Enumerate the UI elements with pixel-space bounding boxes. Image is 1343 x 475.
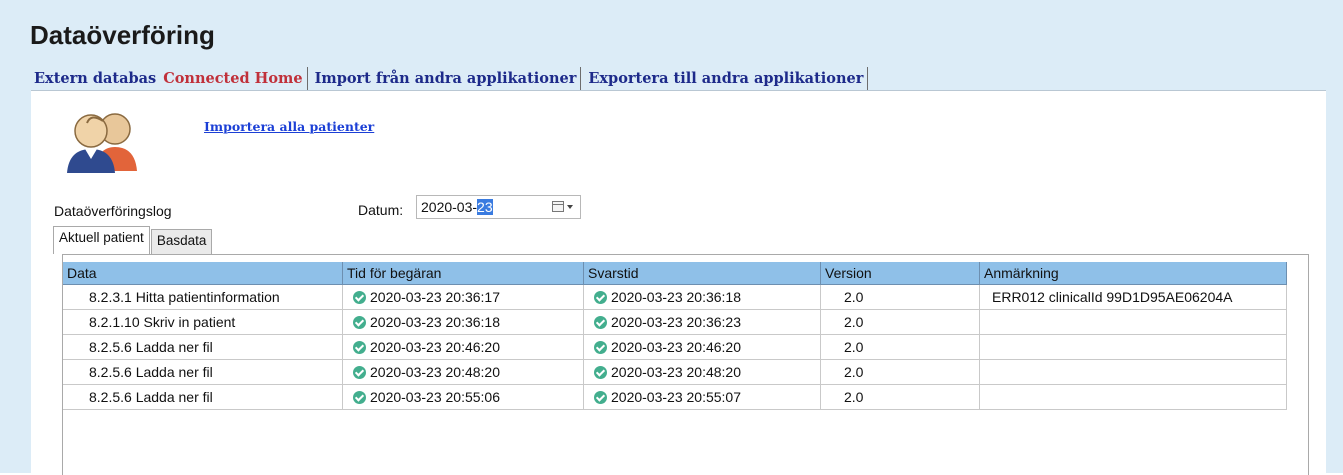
cell-data: 8.2.1.10 Skriv in patient [63, 309, 343, 335]
table-row[interactable]: 8.2.1.10 Skriv in patient 2020-03-23 20:… [63, 309, 1287, 335]
cell-request-time: 2020-03-23 20:36:18 [342, 309, 584, 335]
cell-response-time: 2020-03-23 20:46:20 [583, 334, 821, 360]
cell-version: 2.0 [820, 334, 980, 360]
col-header-remark[interactable]: Anmärkning [979, 262, 1287, 285]
cell-request-time: 2020-03-23 20:48:20 [342, 359, 584, 385]
connected-home-panel: Importera alla patienter Dataöverförings… [31, 90, 1326, 475]
import-all-patients-link[interactable]: Importera alla patienter [204, 119, 374, 134]
col-header-version[interactable]: Version [820, 262, 980, 285]
cell-data-text: 8.2.5.6 Ladda ner fil [89, 389, 213, 405]
check-circle-icon [594, 391, 607, 404]
date-value: 2020-03-23 [421, 199, 493, 215]
cell-version: 2.0 [820, 284, 980, 310]
transfer-log-label: Dataöverföringslog [54, 203, 172, 219]
date-value-selected: 23 [477, 199, 493, 215]
table-row[interactable]: 8.2.3.1 Hitta patientinformation 2020-03… [63, 284, 1287, 310]
main-tabs: Extern databas Connected Home Import frå… [31, 64, 872, 90]
tab-basdata[interactable]: Basdata [150, 229, 213, 254]
cell-response-time-text: 2020-03-23 20:36:18 [611, 289, 741, 305]
table-header-row: Data Tid för begäran Svarstid Version An… [63, 262, 1287, 285]
cell-remark [979, 309, 1287, 335]
date-field[interactable]: 2020-03-23 [416, 195, 581, 219]
cell-request-time-text: 2020-03-23 20:36:18 [370, 314, 500, 330]
check-circle-icon [353, 391, 366, 404]
cell-version: 2.0 [820, 309, 980, 335]
cell-data-text: 8.2.1.10 Skriv in patient [89, 314, 236, 330]
cell-data: 8.2.3.1 Hitta patientinformation [63, 284, 343, 310]
cell-request-time: 2020-03-23 20:46:20 [342, 334, 584, 360]
check-circle-icon [594, 291, 607, 304]
cell-response-time-text: 2020-03-23 20:55:07 [611, 389, 741, 405]
cell-version-text: 2.0 [844, 364, 864, 380]
tab-import[interactable]: Import från andra applikationer [312, 67, 582, 90]
table-row[interactable]: 8.2.5.6 Ladda ner fil 2020-03-23 20:48:2… [63, 359, 1287, 385]
cell-response-time-text: 2020-03-23 20:48:20 [611, 364, 741, 380]
cell-remark-text [980, 314, 992, 330]
date-label: Datum: [358, 202, 404, 218]
col-header-request-time[interactable]: Tid för begäran [342, 262, 584, 285]
cell-remark [979, 384, 1287, 410]
cell-version-text: 2.0 [844, 289, 864, 305]
cell-remark: ERR012 clinicalId 99D1D95AE06204A [979, 284, 1287, 310]
cell-remark-text: ERR012 clinicalId 99D1D95AE06204A [992, 289, 1233, 305]
calendar-dropdown-icon[interactable] [551, 199, 577, 215]
patients-icon [67, 113, 137, 173]
check-circle-icon [353, 316, 366, 329]
cell-request-time-text: 2020-03-23 20:46:20 [370, 339, 500, 355]
cell-version-text: 2.0 [844, 314, 864, 330]
cell-data-text: 8.2.5.6 Ladda ner fil [89, 364, 213, 380]
check-circle-icon [594, 366, 607, 379]
cell-request-time: 2020-03-23 20:55:06 [342, 384, 584, 410]
tab-extern-databas[interactable]: Extern databas [31, 67, 160, 90]
cell-remark [979, 359, 1287, 385]
cell-data: 8.2.5.6 Ladda ner fil [63, 334, 343, 360]
cell-version: 2.0 [820, 359, 980, 385]
cell-request-time-text: 2020-03-23 20:48:20 [370, 364, 500, 380]
cell-data: 8.2.5.6 Ladda ner fil [63, 384, 343, 410]
cell-remark-text [980, 364, 992, 380]
check-circle-icon [353, 341, 366, 354]
cell-data-text: 8.2.3.1 Hitta patientinformation [89, 289, 280, 305]
col-header-response-time[interactable]: Svarstid [583, 262, 821, 285]
cell-version-text: 2.0 [844, 389, 864, 405]
page-title: Dataöverföring [30, 20, 215, 50]
log-subtabs: Aktuell patient Basdata [53, 226, 213, 254]
table-row[interactable]: 8.2.5.6 Ladda ner fil 2020-03-23 20:55:0… [63, 384, 1287, 410]
cell-request-time-text: 2020-03-23 20:36:17 [370, 289, 500, 305]
col-header-data[interactable]: Data [63, 262, 343, 285]
table-row[interactable]: 8.2.5.6 Ladda ner fil 2020-03-23 20:46:2… [63, 334, 1287, 360]
check-circle-icon [353, 366, 366, 379]
check-circle-icon [594, 316, 607, 329]
cell-remark-text [980, 389, 992, 405]
cell-request-time: 2020-03-23 20:36:17 [342, 284, 584, 310]
cell-data: 8.2.5.6 Ladda ner fil [63, 359, 343, 385]
tab-export[interactable]: Exportera till andra applikationer [585, 67, 869, 90]
cell-response-time-text: 2020-03-23 20:36:23 [611, 314, 741, 330]
cell-remark [979, 334, 1287, 360]
cell-request-time-text: 2020-03-23 20:55:06 [370, 389, 500, 405]
cell-data-text: 8.2.5.6 Ladda ner fil [89, 339, 213, 355]
cell-response-time: 2020-03-23 20:48:20 [583, 359, 821, 385]
cell-response-time: 2020-03-23 20:36:18 [583, 284, 821, 310]
log-table-container: Data Tid för begäran Svarstid Version An… [62, 254, 1309, 475]
tab-connected-home[interactable]: Connected Home [160, 67, 308, 90]
cell-response-time-text: 2020-03-23 20:46:20 [611, 339, 741, 355]
app-window: Dataöverföring Extern databas Connected … [0, 0, 1343, 475]
tab-current-patient[interactable]: Aktuell patient [53, 226, 150, 254]
cell-version: 2.0 [820, 384, 980, 410]
cell-version-text: 2.0 [844, 339, 864, 355]
log-table: Data Tid för begäran Svarstid Version An… [63, 262, 1287, 410]
check-circle-icon [594, 341, 607, 354]
cell-response-time: 2020-03-23 20:55:07 [583, 384, 821, 410]
cell-remark-text [980, 339, 992, 355]
cell-response-time: 2020-03-23 20:36:23 [583, 309, 821, 335]
check-circle-icon [353, 291, 366, 304]
date-value-prefix: 2020-03- [421, 199, 478, 215]
